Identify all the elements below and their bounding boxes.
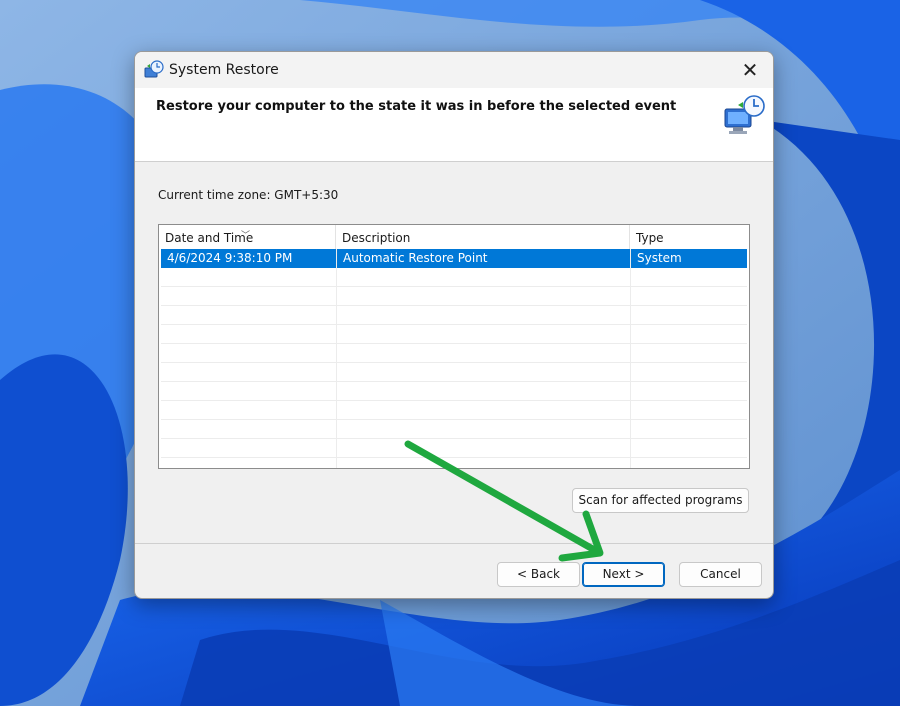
column-header-type[interactable]: Type <box>630 225 749 249</box>
row-description: Automatic Restore Point <box>343 251 488 265</box>
column-divider <box>630 249 631 468</box>
next-button[interactable]: Next > <box>582 562 665 587</box>
list-header: Date and Time ﹀ Description Type <box>159 225 749 249</box>
row-date-time: 4/6/2024 9:38:10 PM <box>167 251 293 265</box>
window-title: System Restore <box>169 62 279 78</box>
column-header-type-label: Type <box>636 231 664 245</box>
close-button[interactable]: ✕ <box>727 52 773 88</box>
scan-affected-programs-button[interactable]: Scan for affected programs <box>572 488 749 513</box>
empty-row <box>161 420 747 439</box>
column-divider <box>336 249 337 468</box>
cancel-button[interactable]: Cancel <box>679 562 762 587</box>
footer-divider <box>135 543 773 544</box>
empty-row <box>161 287 747 306</box>
column-header-description[interactable]: Description <box>336 225 630 249</box>
column-header-description-label: Description <box>342 231 411 245</box>
empty-row <box>161 439 747 458</box>
empty-row <box>161 363 747 382</box>
column-header-date-time[interactable]: Date and Time ﹀ <box>159 225 336 249</box>
empty-row <box>161 268 747 287</box>
system-restore-dialog: System Restore ✕ Restore your computer t… <box>134 51 774 599</box>
empty-row <box>161 382 747 401</box>
empty-row <box>161 306 747 325</box>
close-icon: ✕ <box>741 58 759 82</box>
empty-row <box>161 344 747 363</box>
back-button[interactable]: < Back <box>497 562 580 587</box>
sort-descending-icon: ﹀ <box>241 231 251 241</box>
restore-points-list[interactable]: Date and Time ﹀ Description Type 4/6/202… <box>158 224 750 469</box>
table-row[interactable]: 4/6/2024 9:38:10 PM Automatic Restore Po… <box>161 249 747 268</box>
current-timezone-label: Current time zone: GMT+5:30 <box>158 188 339 202</box>
system-restore-computer-icon <box>724 95 765 134</box>
wizard-header: Restore your computer to the state it wa… <box>135 88 773 162</box>
page-heading: Restore your computer to the state it wa… <box>156 99 677 114</box>
row-type: System <box>637 251 682 265</box>
empty-row <box>161 325 747 344</box>
title-bar[interactable]: System Restore ✕ <box>135 52 773 88</box>
empty-row <box>161 401 747 420</box>
system-restore-icon <box>144 60 164 78</box>
